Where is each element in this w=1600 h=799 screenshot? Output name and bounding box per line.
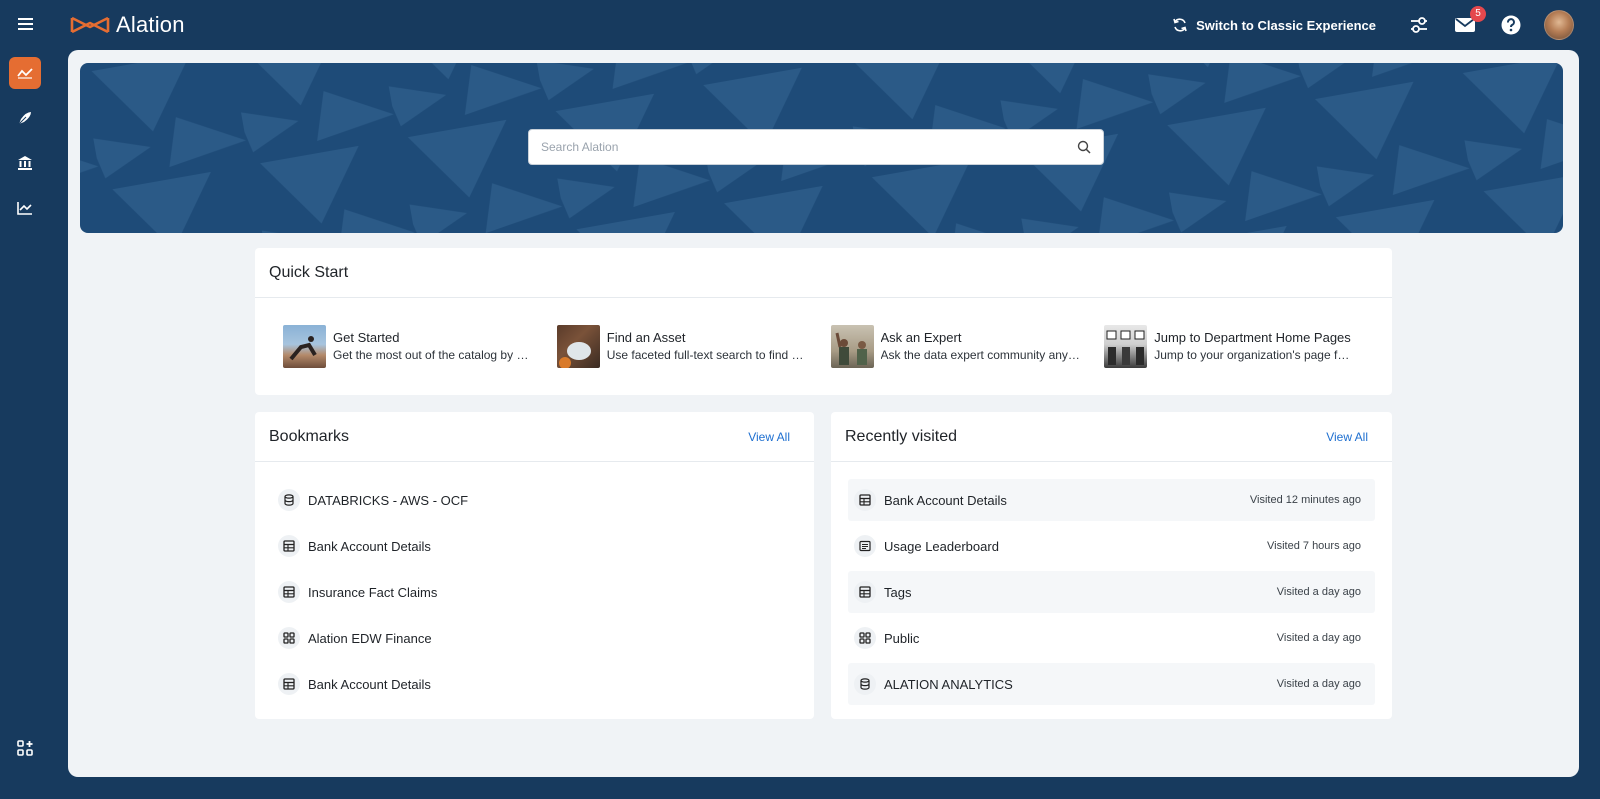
quick-start-item-desc: Get the most out of the catalog by …	[333, 348, 529, 362]
quick-start-item-desc: Use faceted full-text search to find …	[606, 348, 804, 362]
bookmark-item[interactable]: DATABRICKS - AWS - OCF	[272, 479, 797, 521]
bookmarks-title: Bookmarks	[269, 427, 350, 445]
apps-grid-icon[interactable]	[9, 732, 41, 764]
quick-start-ask-expert[interactable]: Ask an Expert Ask the data expert commun…	[830, 298, 1105, 394]
bookmarks-view-all-link[interactable]: View All	[748, 430, 790, 444]
quick-start-get-started[interactable]: Get Started Get the most out of the cata…	[283, 298, 557, 394]
recent-item[interactable]: Usage Leaderboard Visited 7 hours ago	[848, 525, 1375, 567]
find-asset-thumbnail	[556, 324, 600, 368]
alation-logo-icon	[70, 16, 110, 34]
bookmark-item[interactable]: Bank Account Details	[272, 525, 797, 567]
quick-start-find-asset[interactable]: Find an Asset Use faceted full-text sear…	[556, 298, 831, 394]
left-rail	[0, 50, 50, 799]
department-pages-thumbnail	[1104, 324, 1148, 368]
get-started-thumbnail	[283, 324, 326, 368]
quick-start-title: Quick Start	[269, 263, 349, 281]
home-trend-icon[interactable]	[9, 57, 41, 89]
recent-item-timestamp: Visited 12 minutes ago	[1249, 494, 1361, 506]
recent-view-all-link[interactable]: View All	[1326, 430, 1368, 444]
bookmark-item[interactable]: Bank Account Details	[272, 663, 797, 705]
top-bar: Alation Switch to Classic Experience 5	[0, 0, 1600, 50]
switch-experience-label: Switch to Classic Experience	[1196, 17, 1376, 33]
schema-icon	[278, 627, 300, 649]
analytics-icon[interactable]	[9, 192, 41, 224]
hamburger-icon[interactable]	[16, 14, 36, 34]
bookmark-item[interactable]: Insurance Fact Claims	[272, 571, 797, 613]
recent-item[interactable]: Bank Account Details Visited 12 minutes …	[848, 479, 1375, 521]
quick-start-item-desc: Jump to your organization's page fo…	[1154, 348, 1355, 362]
recently-visited-card: Recently visited View All Bank Account D…	[831, 412, 1392, 719]
table-icon	[278, 673, 300, 695]
recent-item-label: Tags	[884, 584, 912, 600]
search-bar[interactable]	[528, 129, 1104, 165]
switch-experience-button[interactable]: Switch to Classic Experience	[1172, 17, 1376, 33]
alation-logo[interactable]: Alation	[70, 12, 185, 38]
app-name: Alation	[116, 12, 185, 37]
quick-start-item-title: Get Started	[333, 330, 400, 345]
bookmark-label: Insurance Fact Claims	[308, 584, 438, 600]
article-icon	[854, 535, 876, 557]
bookmark-label: Alation EDW Finance	[308, 630, 432, 646]
table-icon	[854, 489, 876, 511]
recent-item-label: ALATION ANALYTICS	[884, 676, 1013, 692]
bookmark-label: DATABRICKS - AWS - OCF	[308, 492, 469, 508]
quick-start-item-title: Find an Asset	[606, 330, 686, 345]
quick-start-item-title: Ask an Expert	[880, 330, 962, 345]
recent-item-timestamp: Visited a day ago	[1276, 586, 1361, 598]
notification-badge: 5	[1470, 6, 1486, 22]
recent-item-timestamp: Visited a day ago	[1276, 632, 1361, 644]
recent-item-label: Usage Leaderboard	[884, 538, 999, 554]
recent-item[interactable]: ALATION ANALYTICS Visited a day ago	[848, 663, 1375, 705]
quick-start-header: Quick Start	[255, 248, 1392, 298]
recently-visited-header: Recently visited View All	[831, 412, 1392, 462]
bookmark-label: Bank Account Details	[308, 538, 431, 554]
help-icon[interactable]	[1498, 12, 1524, 38]
compose-icon[interactable]	[9, 102, 41, 134]
database-icon	[278, 489, 300, 511]
bookmark-label: Bank Account Details	[308, 676, 431, 692]
filter-settings-icon[interactable]	[1406, 12, 1432, 38]
mail-icon[interactable]: 5	[1452, 6, 1486, 38]
bookmark-item[interactable]: Alation EDW Finance	[272, 617, 797, 659]
recent-item[interactable]: Tags Visited a day ago	[848, 571, 1375, 613]
search-input[interactable]	[541, 140, 1077, 154]
recent-item-timestamp: Visited a day ago	[1276, 678, 1361, 690]
main-panel: Quick Start Get Started Get the most out…	[68, 50, 1579, 777]
database-icon	[854, 673, 876, 695]
catalog-building-icon[interactable]	[9, 147, 41, 179]
refresh-icon	[1173, 18, 1187, 32]
recent-item-label: Public	[884, 630, 920, 646]
recent-item[interactable]: Public Visited a day ago	[848, 617, 1375, 659]
quick-start-item-title: Jump to Department Home Pages	[1154, 330, 1351, 345]
bookmarks-card: Bookmarks View All DATABRICKS - AWS - OC…	[255, 412, 814, 719]
recent-item-label: Bank Account Details	[884, 492, 1007, 508]
schema-icon	[854, 627, 876, 649]
recently-visited-title: Recently visited	[845, 427, 958, 445]
quick-start-card: Quick Start Get Started Get the most out…	[255, 248, 1392, 395]
table-icon	[854, 581, 876, 603]
bookmarks-header: Bookmarks View All	[255, 412, 814, 462]
quick-start-item-desc: Ask the data expert community any…	[880, 348, 1080, 362]
table-icon	[278, 535, 300, 557]
search-icon[interactable]	[1077, 140, 1091, 154]
table-icon	[278, 581, 300, 603]
hero-banner	[80, 63, 1563, 233]
quick-start-department-pages[interactable]: Jump to Department Home Pages Jump to yo…	[1104, 298, 1378, 394]
ask-expert-thumbnail	[830, 324, 874, 368]
user-avatar[interactable]	[1544, 10, 1574, 40]
recent-item-timestamp: Visited 7 hours ago	[1267, 540, 1361, 552]
